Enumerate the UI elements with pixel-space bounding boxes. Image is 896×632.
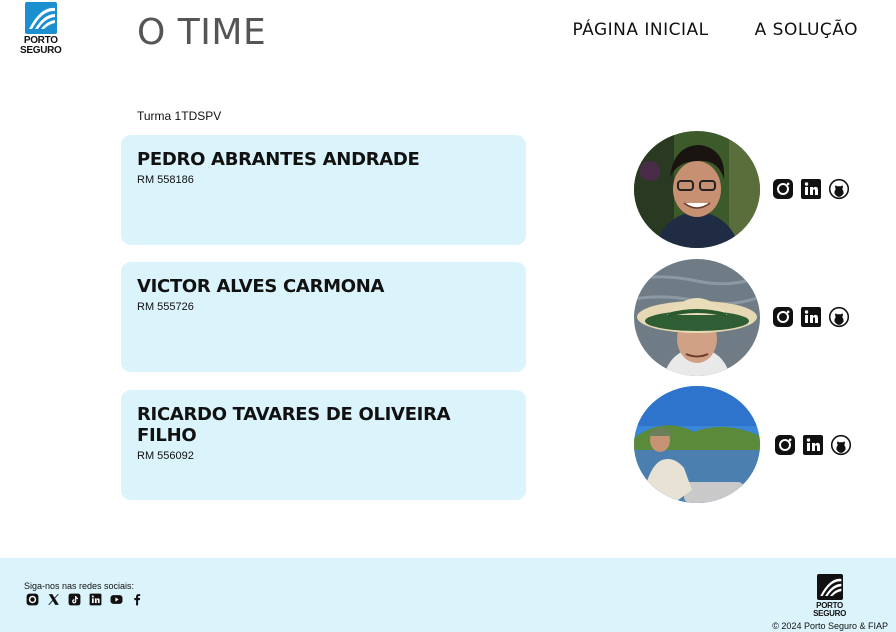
linkedin-icon[interactable] [800,178,822,200]
instagram-icon[interactable] [772,178,794,200]
member-name: RICARDO TAVARES DE OLIVEIRA FILHO [137,404,451,446]
github-icon[interactable] [828,178,850,200]
linkedin-icon[interactable] [89,593,102,606]
member-rm: RM 558186 [137,174,194,186]
porto-seguro-mark-icon [816,574,843,600]
porto-seguro-logo[interactable]: PORTO SEGURO [20,2,62,56]
member-name: VICTOR ALVES CARMONA [137,276,385,297]
linkedin-icon[interactable] [802,434,824,456]
member-avatar [634,386,760,503]
page-title: O TIME [137,12,267,53]
member-card: RICARDO TAVARES DE OLIVEIRA FILHO RM 556… [121,390,526,500]
porto-seguro-mark-icon [24,2,57,34]
github-icon[interactable] [828,306,850,328]
member-socials [772,306,850,328]
footer-social-icons [26,593,144,606]
main-nav: PÁGINA INICIAL A SOLUÇÃO [572,20,858,40]
member-rm: RM 555726 [137,301,194,313]
logo-text: PORTO SEGURO [20,35,62,56]
instagram-icon[interactable] [774,434,796,456]
instagram-icon[interactable] [772,306,794,328]
footer-logo-text: PORTO SEGURO [813,601,846,618]
x-icon[interactable] [47,593,60,606]
nav-solution-link[interactable]: A SOLUÇÃO [755,20,858,40]
member-name: PEDRO ABRANTES ANDRADE [137,149,420,170]
instagram-icon[interactable] [26,593,39,606]
linkedin-icon[interactable] [800,306,822,328]
follow-label: Siga-nos nas redes sociais: [24,581,135,591]
member-avatar [634,259,760,376]
youtube-icon[interactable] [110,593,123,606]
facebook-icon[interactable] [131,593,144,606]
copyright: © 2024 Porto Seguro & FIAP [772,621,888,631]
member-socials [774,434,852,456]
member-card: PEDRO ABRANTES ANDRADE RM 558186 [121,135,526,245]
member-avatar [634,131,760,248]
tiktok-icon[interactable] [68,593,81,606]
member-socials [772,178,850,200]
footer-logo[interactable]: PORTO SEGURO [813,574,846,618]
footer: Siga-nos nas redes sociais: PORTO SEGURO… [0,558,896,632]
member-rm: RM 556092 [137,450,194,462]
nav-home-link[interactable]: PÁGINA INICIAL [572,20,708,40]
class-label: Turma 1TDSPV [137,109,222,123]
github-icon[interactable] [830,434,852,456]
member-card: VICTOR ALVES CARMONA RM 555726 [121,262,526,372]
